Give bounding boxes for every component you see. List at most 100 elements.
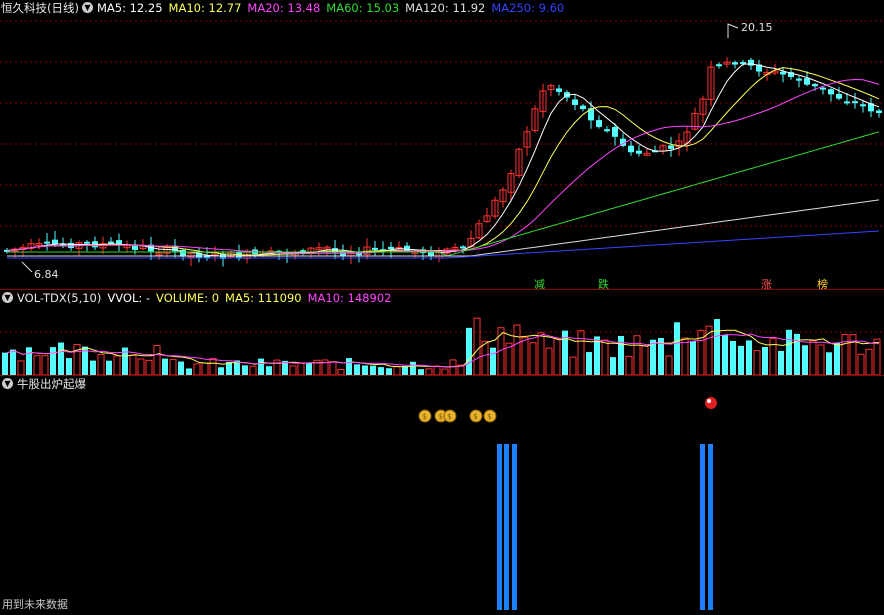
volume-bar xyxy=(618,336,624,375)
vvol-label: VVOL: - xyxy=(107,290,151,305)
money-bag-icon-glyph: $ xyxy=(438,412,443,421)
period-label: (日线) xyxy=(47,0,79,15)
candle-down xyxy=(84,241,90,244)
stock-name: 恒久科技 xyxy=(1,0,47,15)
volume-bar xyxy=(354,364,360,375)
low-price-label: 6.84 xyxy=(34,268,59,281)
volume-bar xyxy=(449,359,457,375)
candle-down xyxy=(108,241,114,244)
volume-bar xyxy=(553,337,561,375)
volume-bar xyxy=(90,360,96,375)
volume-bar xyxy=(690,340,696,375)
candle-down xyxy=(460,246,466,249)
volume-bar xyxy=(778,350,784,375)
volume-bar xyxy=(714,319,720,375)
signal-bar xyxy=(504,444,509,610)
volume-bar xyxy=(162,358,168,375)
price-chart[interactable] xyxy=(0,0,884,289)
volume-bar xyxy=(545,347,553,375)
volume-bar xyxy=(802,345,808,375)
high-price-label: 20.15 xyxy=(741,21,773,34)
low-marker-line xyxy=(21,261,33,273)
signal-bar xyxy=(497,444,502,610)
candle-down xyxy=(844,101,850,104)
candle-down xyxy=(636,150,642,154)
candle-down xyxy=(812,84,818,87)
volume-bar xyxy=(738,345,744,375)
volume-bar xyxy=(129,354,137,375)
money-bag-icon-glyph: $ xyxy=(447,412,452,421)
indicator-title: 牛股出炉起爆 xyxy=(17,376,86,391)
volume-bar xyxy=(106,360,112,375)
volume-bar xyxy=(730,341,736,375)
volume-bar xyxy=(529,342,537,375)
money-bag-icon-glyph: $ xyxy=(473,412,478,421)
signal-bar xyxy=(708,444,713,610)
volume-bar xyxy=(834,342,840,375)
volume-bar xyxy=(722,335,728,375)
signal-bar xyxy=(700,444,705,610)
ma20-label: MA20: 13.48 xyxy=(247,0,321,15)
volume-bar xyxy=(10,349,16,375)
indicator-chart[interactable]: $ $ $ $ $ xyxy=(0,376,884,615)
ma120-label: MA120: 11.92 xyxy=(405,0,486,15)
ma10-line xyxy=(6,67,880,256)
volume-bar xyxy=(865,348,873,375)
volume-bar xyxy=(513,324,521,375)
candle-down xyxy=(668,145,674,149)
ma60-line xyxy=(7,131,880,257)
volume-bar xyxy=(266,366,272,375)
candle-down xyxy=(820,87,826,90)
candle-down xyxy=(612,127,618,137)
ma60-label: MA60: 15.03 xyxy=(326,0,400,15)
high-marker-arrow xyxy=(727,23,739,38)
volume-bar xyxy=(817,344,825,375)
candle-down xyxy=(428,251,434,256)
volume-bar xyxy=(857,353,865,375)
volume-bar xyxy=(762,347,768,375)
volume-bar xyxy=(746,340,752,375)
red-ball-icon xyxy=(705,397,717,409)
candle-down xyxy=(732,62,738,65)
red-ball-highlight xyxy=(707,399,711,403)
chevron-down-icon[interactable]: ▼ xyxy=(2,292,13,303)
volume-bar xyxy=(378,367,384,375)
indicator-panel[interactable]: ▼ 牛股出炉起爆 $ $ $ $ $ 用到未来数据 xyxy=(0,376,884,615)
candle-down xyxy=(372,247,378,250)
chevron-down-icon[interactable]: ▼ xyxy=(2,378,13,389)
volume-bar xyxy=(410,361,416,375)
volume-panel[interactable]: ▼ VOL-TDX(5,10) VVOL: - VOLUME: 0 MA5: 1… xyxy=(0,290,884,375)
candle-down xyxy=(836,93,842,99)
volume-bar xyxy=(289,365,297,375)
volume-bar xyxy=(594,336,600,375)
volume-title: VOL-TDX(5,10) xyxy=(17,290,102,305)
volume-bar xyxy=(521,337,529,375)
candle-down xyxy=(388,246,394,250)
volume-bar xyxy=(50,347,56,375)
volume-bar xyxy=(178,361,184,375)
volume-bar xyxy=(66,358,72,375)
candle-down xyxy=(556,88,562,92)
money-bag-icon-glyph: $ xyxy=(487,412,492,421)
volume-bar xyxy=(841,334,849,375)
price-panel[interactable]: 恒久科技 (日线) ▼ MA5: 12.25 MA10: 12.77 MA20:… xyxy=(0,0,884,291)
volume-bar xyxy=(362,365,368,375)
volume-panel-header: ▼ VOL-TDX(5,10) VVOL: - VOLUME: 0 MA5: 1… xyxy=(0,290,397,305)
volume-bar xyxy=(193,363,201,375)
volume-bar xyxy=(681,337,689,375)
volume-bar xyxy=(306,363,312,375)
volume-bar xyxy=(641,345,649,375)
volume-bar xyxy=(41,355,49,375)
volume-bar xyxy=(633,335,641,375)
candle-down xyxy=(628,145,634,153)
volume-ma10-label: MA10: 148902 xyxy=(307,290,392,305)
volume-bar xyxy=(537,332,545,375)
volume-bar xyxy=(577,330,585,375)
chevron-down-icon[interactable]: ▼ xyxy=(81,2,93,13)
volume-bar xyxy=(249,365,257,375)
money-bag-icon-glyph: $ xyxy=(422,412,427,421)
ma5-line xyxy=(6,63,880,257)
volume-bar xyxy=(58,342,64,375)
volume-bar xyxy=(586,352,592,375)
footer-note: 用到未来数据 xyxy=(2,598,68,611)
